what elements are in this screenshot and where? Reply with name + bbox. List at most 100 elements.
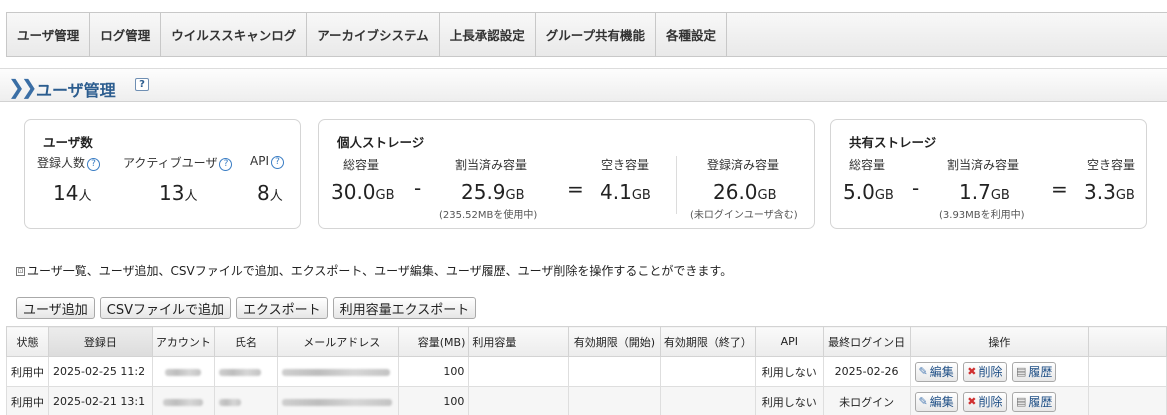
spacer-cell [1088,356,1167,387]
info-square-icon: ⊡ [16,267,25,276]
col-name[interactable]: 氏名 [213,326,279,357]
csv-add-button[interactable]: CSVファイルで追加 [99,297,231,319]
panel-title: 共有ストレージ [849,135,937,150]
free-capacity-value: 4.1GB [600,180,651,204]
tab-archive-system[interactable]: アーカイブシステム [307,13,440,56]
redacted-name [218,368,261,376]
pencil-icon: ✎ [918,365,928,378]
account-cell [151,356,215,387]
add-user-button[interactable]: ユーザ追加 [16,297,95,319]
total-capacity-label: 総容量 [849,158,886,172]
user-table: 状態 登録日 アカウント 氏名 メールアドレス 容量(MB) 利用容量 有効期限… [6,326,1167,415]
registered-capacity-value: 26.0GB [713,180,777,204]
col-usage[interactable]: 利用容量 [468,326,570,357]
history-button[interactable]: ▤ 履歴 [1012,391,1057,412]
col-status[interactable]: 状態 [6,326,49,357]
capacity-cell: 100 [398,356,470,387]
redacted-account [162,398,203,406]
col-valid-from[interactable]: 有効期限（開始) [568,326,661,357]
shared-storage-panel: 共有ストレージ 総容量 割当済み容量 空き容量 5.0GB - 1.7GB (3… [830,119,1147,229]
account-cell [151,386,215,415]
pencil-icon: ✎ [918,395,928,408]
top-strip [0,0,1167,12]
operations-cell: ✎ 編集 ✖ 削除 ▤ 履歴 [909,356,1090,387]
registered-users-label: 登録人数? [37,154,101,171]
help-circle-icon[interactable]: ? [219,158,233,171]
free-capacity-label: 空き容量 [601,158,650,172]
col-spacer [1088,326,1167,357]
col-valid-to[interactable]: 有効期限（終了） [659,326,756,357]
cross-icon: ✖ [967,365,977,378]
cross-icon: ✖ [967,395,977,408]
capacity-cell: 100 [398,386,470,415]
col-operations: 操作 [909,326,1090,357]
col-last-login[interactable]: 最終ログイン日 [822,326,911,357]
valid-to-cell [659,386,756,415]
tab-user-management[interactable]: ユーザ管理 [7,13,91,56]
col-email[interactable]: メールアドレス [277,326,400,357]
export-button[interactable]: エクスポート [235,297,328,319]
assigned-capacity-label: 割当済み容量 [947,158,1020,172]
panel-title: 個人ストレージ [337,135,425,150]
status-cell: 利用中 [6,386,49,415]
edit-button[interactable]: ✎ 編集 [914,391,958,412]
name-cell [213,386,279,415]
divider [676,156,677,214]
delete-button[interactable]: ✖ 削除 [963,391,1007,412]
personal-storage-panel: 個人ストレージ 総容量 割当済み容量 空き容量 登録済み容量 30.0GB - … [318,119,815,229]
last-login-cell: 未ログイン [822,386,911,415]
edit-button[interactable]: ✎ 編集 [914,361,958,382]
email-cell [277,386,400,415]
registered-date-cell: 2025-02-25 11:2 [48,356,153,387]
col-registered-date[interactable]: 登録日 [48,326,153,357]
assigned-capacity-label: 割当済み容量 [455,158,528,172]
redacted-name [218,398,241,406]
free-capacity-label: 空き容量 [1087,158,1136,172]
usage-export-button[interactable]: 利用容量エクスポート [332,297,477,319]
active-users-label: アクティブユーザ? [123,154,233,171]
document-icon: ▤ [1016,395,1027,408]
tab-settings[interactable]: 各種設定 [656,13,727,56]
registered-capacity-label: 登録済み容量 [707,158,780,172]
delete-button[interactable]: ✖ 削除 [963,361,1007,382]
redacted-email [282,368,391,376]
history-button[interactable]: ▤ 履歴 [1012,361,1057,382]
valid-from-cell [568,356,661,387]
operations-cell: ✎ 編集 ✖ 削除 ▤ 履歴 [909,386,1090,415]
col-capacity[interactable]: 容量(MB) [398,326,470,357]
registered-date-cell: 2025-02-21 13:1 [48,386,153,415]
active-users-value: 13人 [159,181,198,205]
equals-sign: = [1051,177,1068,201]
assigned-capacity-value: 1.7GB [959,180,1010,204]
help-icon[interactable]: ? [135,78,149,91]
status-cell: 利用中 [6,356,49,387]
usage-cell [468,356,570,387]
redacted-email [282,398,393,406]
page-header: ❯❯ ユーザ管理 ? [0,68,1167,102]
main-nav: ユーザ管理 ログ管理 ウイルススキャンログ アーカイブシステム 上長承認設定 グ… [6,12,1167,57]
document-icon: ▤ [1016,365,1027,378]
minus-sign: - [912,176,920,200]
table-row: 利用中 2025-02-25 11:2 100 利用しない 2025-02-26… [6,356,1167,387]
registered-users-value: 14人 [53,181,92,205]
equals-sign: = [567,177,584,201]
api-cell: 利用しない [754,386,824,415]
total-capacity-value: 5.0GB [843,180,894,204]
col-api[interactable]: API [754,326,824,357]
usage-cell [468,386,570,415]
api-cell: 利用しない [754,356,824,387]
api-users-label: API? [250,154,284,169]
help-circle-icon[interactable]: ? [87,158,101,171]
minus-sign: - [414,176,422,200]
panel-title: ユーザ数 [43,135,93,150]
col-account[interactable]: アカウント [151,326,215,357]
tab-log-management[interactable]: ログ管理 [90,13,162,56]
tab-virus-scan-log[interactable]: ウイルススキャンログ [161,13,308,56]
help-circle-icon[interactable]: ? [270,156,284,169]
tab-supervisor-approval[interactable]: 上長承認設定 [440,13,536,56]
valid-from-cell [568,386,661,415]
redacted-account [164,368,201,376]
assigned-capacity-value: 25.9GB [461,180,525,204]
tab-group-sharing[interactable]: グループ共有機能 [536,13,656,56]
name-cell [213,356,279,387]
